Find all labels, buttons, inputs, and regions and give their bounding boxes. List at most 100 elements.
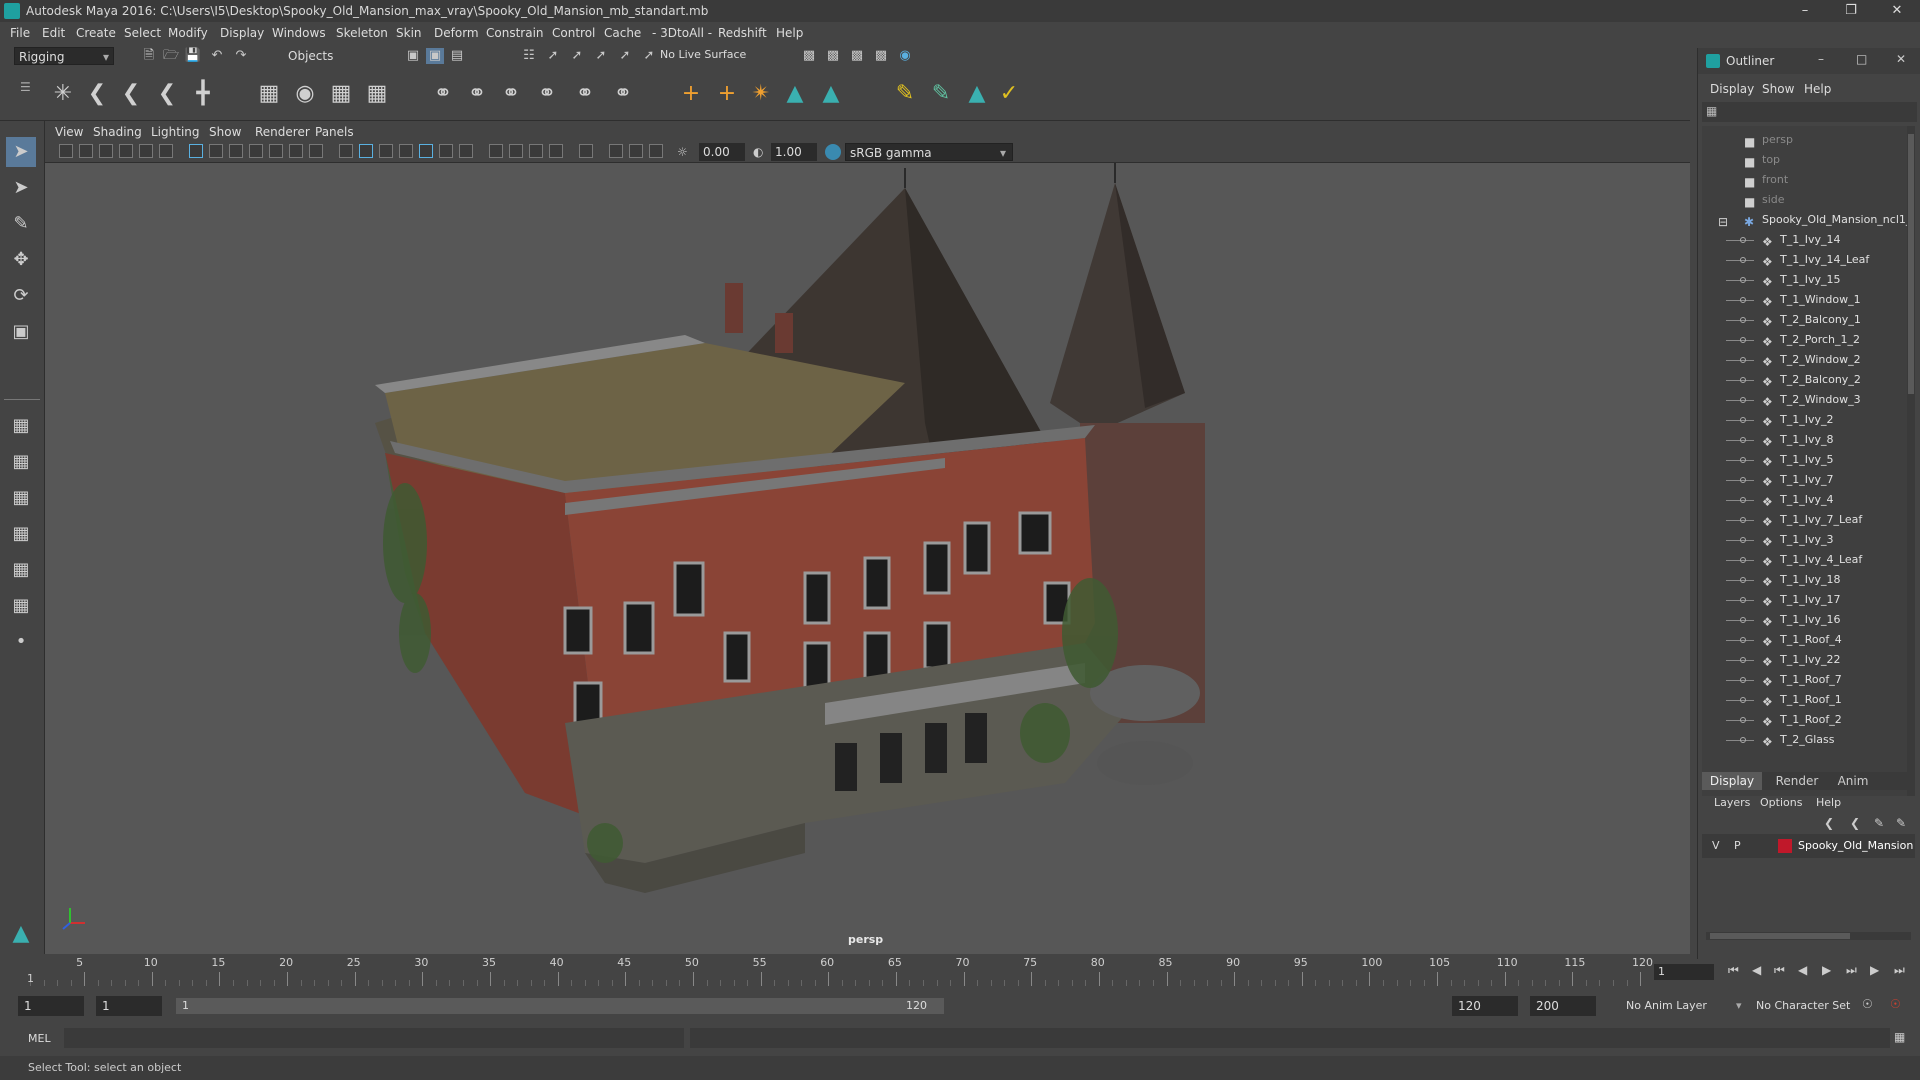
goto-start-icon[interactable]: ⏮ <box>1728 963 1739 978</box>
tree-item-mesh[interactable]: ❖ T_1_Roof_7 <box>1702 670 1907 690</box>
scale-tool-icon[interactable]: ▣ <box>6 317 36 347</box>
tree-item-mesh[interactable]: ❖ T_1_Ivy_14_Leaf <box>1702 250 1907 270</box>
xray-components-icon[interactable] <box>629 144 643 158</box>
isolate-select-icon[interactable] <box>579 144 593 158</box>
layout-four-icon[interactable]: ▦ <box>6 447 36 477</box>
layout-graph-icon[interactable]: ▦ <box>6 555 36 585</box>
anti-alias-icon[interactable] <box>529 144 543 158</box>
check-icon[interactable]: ✓ <box>994 79 1024 109</box>
maximize-icon[interactable]: □ <box>1856 52 1867 66</box>
tree-item-mesh[interactable]: ❖ T_2_Glass <box>1702 730 1907 750</box>
anim-layer-dropdown[interactable]: No Anim Layer <box>1626 999 1707 1012</box>
start-time-field[interactable]: 1 <box>18 996 84 1016</box>
tree-item-mesh[interactable]: ❖ T_1_Window_1 <box>1702 290 1907 310</box>
tree-item-mesh[interactable]: ❖ T_1_Ivy_3 <box>1702 530 1907 550</box>
outliner-scroll-thumb[interactable] <box>1908 134 1914 394</box>
outliner-menu-help[interactable]: Help <box>1804 82 1831 96</box>
tree-item-root-group[interactable]: ⊟ ✱ Spooky_Old_Mansion_ncl1_ <box>1702 210 1911 232</box>
orient-constraint-icon[interactable]: ⚭ <box>496 79 526 109</box>
maya-tool-2-icon[interactable]: ▲ <box>816 79 846 109</box>
shelf-menu-icon[interactable]: ☰ <box>20 80 31 94</box>
render-current-icon[interactable]: ▩ <box>824 48 842 64</box>
tree-item-mesh[interactable]: ❖ T_1_Ivy_15 <box>1702 270 1907 290</box>
play-forward-icon[interactable]: ▶ <box>1822 963 1831 977</box>
outliner-scrollbar[interactable] <box>1907 126 1915 796</box>
step-back-key-icon[interactable]: ⏮ <box>1774 963 1785 978</box>
tree-item-mesh[interactable]: ❖ T_2_Balcony_1 <box>1702 310 1907 330</box>
grease-pencil-icon[interactable] <box>159 144 173 158</box>
new-layer-icon[interactable]: ✎ <box>1874 816 1884 830</box>
menu-display[interactable]: Display <box>220 26 264 40</box>
new-layer-selected-icon[interactable]: ✎ <box>1896 816 1906 830</box>
snap-point-icon[interactable]: ➚ <box>568 48 586 64</box>
render-view-icon[interactable]: ▩ <box>800 48 818 64</box>
tree-item-mesh[interactable]: ❖ T_2_Window_3 <box>1702 390 1907 410</box>
shadows-icon[interactable] <box>459 144 473 158</box>
menu-skeleton[interactable]: Skeleton <box>336 26 388 40</box>
joint-tool-icon[interactable]: ✳ <box>48 79 78 109</box>
select-component-icon[interactable]: ▤ <box>448 48 466 64</box>
layer-playback-toggle[interactable]: P <box>1734 839 1741 852</box>
menu-file[interactable]: File <box>10 26 30 40</box>
layout-hypershade-icon[interactable]: ▦ <box>6 591 36 621</box>
orient-joint-icon[interactable]: ╋ <box>188 79 218 109</box>
menu-edit[interactable]: Edit <box>42 26 65 40</box>
ik-spline-icon[interactable]: ❮ <box>116 79 146 109</box>
resolution-gate-icon[interactable] <box>229 144 243 158</box>
rotate-tool-icon[interactable]: ⟳ <box>6 281 36 311</box>
live-surface-label[interactable]: No Live Surface <box>660 48 746 61</box>
goto-end-icon[interactable]: ⏭ <box>1894 963 1905 978</box>
layer-visibility-toggle[interactable]: V <box>1712 839 1720 852</box>
outliner-tree[interactable]: ■ persp ■ top ■ front ■ side ⊟ ✱ Spooky_Old_Mansio… <box>1702 126 1915 796</box>
wireframe-on-shaded-icon[interactable] <box>379 144 393 158</box>
menu-select[interactable]: Select <box>124 26 161 40</box>
maya-tool-3-icon[interactable]: ▲ <box>962 79 992 109</box>
tree-item-mesh[interactable]: ❖ T_1_Ivy_5 <box>1702 450 1907 470</box>
menu-3dtoall[interactable]: - 3DtoAll - <box>652 26 712 40</box>
tree-item-mesh[interactable]: ❖ T_1_Ivy_18 <box>1702 570 1907 590</box>
sculpt-icon[interactable]: ✴ <box>746 79 776 109</box>
snap-view-icon[interactable]: ➚ <box>592 48 610 64</box>
tree-item-mesh[interactable]: ❖ T_2_Porch_1_2 <box>1702 330 1907 350</box>
gate-mask-icon[interactable] <box>249 144 263 158</box>
save-scene-icon[interactable]: 💾 <box>184 48 202 64</box>
hypershade-icon[interactable]: ◉ <box>896 48 914 64</box>
lattice-icon[interactable]: ▦ <box>326 79 356 109</box>
tree-item-mesh[interactable]: ❖ T_1_Ivy_14 <box>1702 230 1907 250</box>
2d-pan-icon[interactable] <box>139 144 153 158</box>
hud-icon[interactable] <box>649 144 663 158</box>
move-layer-down-icon[interactable]: ❮ <box>1850 816 1860 830</box>
close-icon[interactable]: ✕ <box>1896 52 1906 66</box>
layer-menu-help[interactable]: Help <box>1816 796 1841 809</box>
panel-menu-renderer[interactable]: Renderer <box>255 125 310 139</box>
current-frame-field[interactable]: 1 <box>1654 964 1714 980</box>
close-icon[interactable]: ✕ <box>1874 0 1920 22</box>
tree-item-camera-top[interactable]: ■ top <box>1702 150 1907 170</box>
tree-item-camera-persp[interactable]: ■ persp <box>1702 130 1907 150</box>
menu-control[interactable]: Control <box>552 26 595 40</box>
tree-item-mesh[interactable]: ❖ T_2_Window_2 <box>1702 350 1907 370</box>
playback-start-field[interactable]: 1 <box>96 996 162 1016</box>
parent-constraint-icon[interactable]: ⚭ <box>428 79 458 109</box>
tree-item-mesh[interactable]: ❖ T_1_Ivy_16 <box>1702 610 1907 630</box>
textured-icon[interactable] <box>399 144 413 158</box>
select-object-icon[interactable]: ▣ <box>426 48 444 64</box>
pole-vector-icon[interactable]: ⚭ <box>608 79 638 109</box>
menu-windows[interactable]: Windows <box>272 26 326 40</box>
magnet-icon[interactable]: ➚ <box>640 48 658 64</box>
layer-menu-layers[interactable]: Layers <box>1714 796 1750 809</box>
menuset-dropdown[interactable]: Rigging ▾ <box>14 47 114 65</box>
command-language-label[interactable]: MEL <box>28 1032 51 1045</box>
tree-item-mesh[interactable]: ❖ T_1_Ivy_17 <box>1702 590 1907 610</box>
ipr-render-icon[interactable]: ▩ <box>848 48 866 64</box>
layout-single-icon[interactable]: ▦ <box>6 411 36 441</box>
tree-item-mesh[interactable]: ❖ T_1_Ivy_4_Leaf <box>1702 550 1907 570</box>
locator-joint-icon[interactable]: + <box>712 79 742 109</box>
layer-tab-render[interactable]: Render <box>1772 772 1822 790</box>
step-forward-key-icon[interactable]: ⏭ <box>1846 963 1857 978</box>
collapse-icon[interactable]: ⊟ <box>1718 212 1728 232</box>
outliner-menu-display[interactable]: Display <box>1710 82 1754 96</box>
menu-skin[interactable]: Skin <box>396 26 422 40</box>
exposure-field[interactable]: 0.00 <box>699 143 745 161</box>
step-back-icon[interactable]: ◀ <box>1752 963 1761 977</box>
